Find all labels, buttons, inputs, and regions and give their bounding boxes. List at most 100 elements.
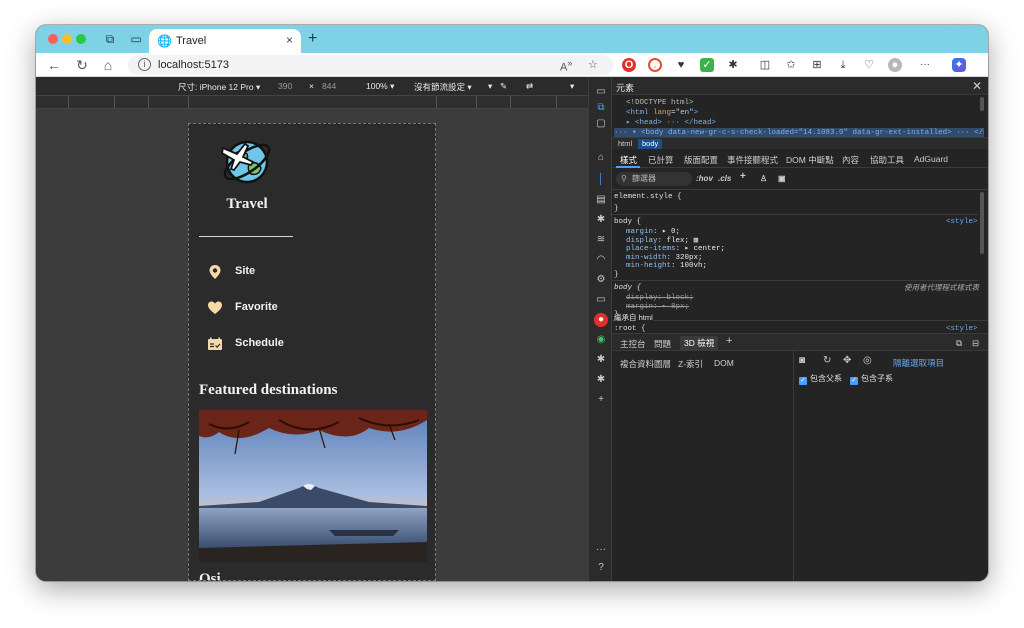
element-style-selector[interactable]: element.style {	[614, 193, 682, 202]
extension-green-icon[interactable]: ◉	[594, 333, 608, 347]
tab-event-listeners[interactable]: 事件接聽程式	[727, 154, 778, 166]
new-tab-button[interactable]: +	[308, 30, 317, 48]
menu-item-site[interactable]: Site	[207, 262, 407, 282]
zoom-window-button[interactable]	[76, 34, 86, 44]
elements-code-icon[interactable]: │	[594, 173, 608, 187]
tab-layout[interactable]: 版面配置	[684, 154, 718, 166]
tab-accessibility[interactable]: 協助工具	[870, 154, 904, 166]
breadcrumb-body[interactable]: body	[638, 139, 663, 149]
class-toggle[interactable]: .cls	[718, 174, 731, 183]
tab-dom[interactable]: DOM	[714, 358, 734, 368]
menu-item-favorite[interactable]: Favorite	[207, 298, 407, 318]
rotate-view-icon[interactable]: ◎	[863, 355, 872, 366]
downloads-icon[interactable]: ⤓	[836, 58, 850, 72]
address-bar[interactable]: i localhost:5173 A» ☆	[128, 55, 613, 75]
tab-console[interactable]: 主控台	[620, 338, 646, 350]
puzzle-extension-icon[interactable]: ✱	[726, 58, 740, 72]
style-prop-place-items[interactable]: place-items: ▸ center;	[626, 245, 725, 254]
hover-state-toggle[interactable]: :hov	[696, 174, 713, 183]
breadcrumb-html[interactable]: html	[614, 139, 636, 149]
dom-scrollbar[interactable]	[980, 97, 984, 111]
rotate-device-icon[interactable]: ⇄	[526, 81, 533, 92]
tab-3d-view[interactable]: 3D 檢視	[680, 336, 719, 350]
more-menu-button[interactable]: ···	[918, 58, 932, 72]
screenshot-camera-icon[interactable]: ◙	[799, 355, 805, 366]
tab-travel[interactable]: 🌐 Travel ×	[149, 29, 301, 53]
device-emulation-icon[interactable]: ⧉	[594, 101, 608, 115]
root-rule-source-link[interactable]: <style>	[946, 325, 978, 333]
favorites-icon[interactable]: ✩	[784, 58, 798, 72]
isolate-selection-link[interactable]: 隔離選取項目	[893, 357, 944, 369]
dom-head-node[interactable]: ▸ <head> ··· </head>	[626, 118, 716, 128]
root-rule-selector[interactable]: :root {	[614, 325, 646, 333]
tab-properties[interactable]: 內容	[842, 154, 859, 166]
styles-filter-input[interactable]: 篩選器	[616, 172, 692, 186]
dom-doctype[interactable]: <!DOCTYPE html>	[626, 98, 694, 108]
welcome-home-icon[interactable]: ⌂	[594, 151, 608, 165]
close-devtools-icon[interactable]: ✕	[972, 79, 982, 93]
tab-adguard[interactable]: AdGuard	[914, 154, 948, 164]
location-pin-extension-icon[interactable]: ♥	[674, 58, 688, 72]
body-rule-source-link[interactable]: <style>	[946, 218, 978, 227]
close-window-button[interactable]	[48, 34, 58, 44]
read-aloud-icon[interactable]: A»	[560, 58, 572, 74]
style-prop-min-height[interactable]: min-height: 100vh;	[626, 262, 707, 271]
minimize-window-button[interactable]	[62, 34, 72, 44]
device-options-chevron-icon[interactable]: ▾	[488, 81, 492, 92]
reset-view-icon[interactable]: ↻	[823, 355, 831, 366]
copilot-icon[interactable]: ✦	[952, 58, 966, 72]
dock-icon[interactable]: ▢	[594, 117, 608, 131]
menu-item-schedule[interactable]: Schedule	[207, 334, 407, 354]
collections-icon[interactable]: ⊞	[810, 58, 824, 72]
eyedropper-icon[interactable]: ✎	[500, 81, 507, 92]
styles-scrollbar[interactable]	[980, 192, 984, 254]
flexbox-editor-icon[interactable]: ▦	[694, 237, 699, 245]
body-rule-selector[interactable]: body {	[614, 218, 641, 227]
include-parents-checkbox[interactable]: ✓ 包含父系	[799, 373, 842, 385]
workspaces-icon[interactable]: ⧉	[102, 31, 118, 47]
add-tool-icon[interactable]: +	[594, 393, 608, 407]
extension-circle-icon[interactable]: ·	[648, 58, 662, 73]
help-icon[interactable]: ?	[594, 561, 608, 575]
sources-bug-icon[interactable]: ✱	[594, 213, 608, 227]
opera-extension-icon[interactable]: O	[622, 58, 636, 72]
network-wifi-icon[interactable]: ≋	[594, 233, 608, 247]
zoom-select[interactable]: 100% ▾	[366, 81, 394, 92]
ua-prop-display[interactable]: display: block;	[626, 294, 694, 303]
extension-red-icon[interactable]: ●	[594, 313, 608, 327]
device-width-input[interactable]: 390	[278, 81, 292, 91]
performance-icon[interactable]: ◠	[594, 253, 608, 267]
extension-gear-2-icon[interactable]: ✱	[594, 373, 608, 387]
split-screen-icon[interactable]: ◫	[758, 58, 772, 72]
extension-gear-icon[interactable]: ✱	[594, 353, 608, 367]
toggle-device-icon[interactable]: ▭	[594, 85, 608, 99]
tab-issues[interactable]: 問題	[654, 338, 671, 350]
adguard-shield-icon[interactable]: ✓	[700, 58, 714, 72]
extension-heart-icon[interactable]: ♡	[862, 58, 876, 72]
paint-brush-icon[interactable]: ♙	[760, 174, 767, 183]
home-icon[interactable]: ⌂	[100, 57, 116, 73]
tab-composited-layers[interactable]: 複合資料圖層	[620, 358, 671, 370]
style-prop-display[interactable]: display: flex; ▦	[626, 237, 698, 246]
settings-gear-icon[interactable]: ⚙	[594, 273, 608, 287]
profile-avatar[interactable]: ●	[888, 58, 902, 72]
device-height-input[interactable]: 844	[322, 81, 336, 91]
tab-close-button[interactable]: ×	[286, 33, 293, 47]
ua-body-selector[interactable]: body {	[614, 284, 641, 293]
computed-sidebar-icon[interactable]: ▣	[778, 174, 786, 183]
new-rule-plus-icon[interactable]: +	[740, 171, 746, 182]
add-drawer-tab-icon[interactable]: +	[726, 335, 732, 347]
dock-drawer-icon[interactable]: ⧉	[956, 338, 962, 349]
close-drawer-icon[interactable]: ⊟	[972, 338, 979, 349]
style-prop-min-width[interactable]: min-width: 320px;	[626, 254, 703, 263]
throttle-select[interactable]: 沒有節流設定 ▾	[414, 81, 472, 93]
refresh-icon[interactable]: ↻	[74, 57, 90, 73]
style-prop-margin[interactable]: margin: ▸ 0;	[626, 228, 680, 237]
dom-html-node[interactable]: <html lang="en">	[626, 108, 698, 118]
pan-arrows-icon[interactable]: ✥	[843, 355, 851, 366]
device-select[interactable]: 尺寸: iPhone 12 Pro ▾	[178, 81, 260, 93]
ua-prop-margin[interactable]: margin: ▸ 8px;	[626, 303, 689, 312]
site-info-icon[interactable]: i	[138, 58, 151, 71]
more-tools-icon[interactable]: ···	[594, 543, 608, 557]
tab-z-index[interactable]: Z-索引	[678, 358, 703, 370]
